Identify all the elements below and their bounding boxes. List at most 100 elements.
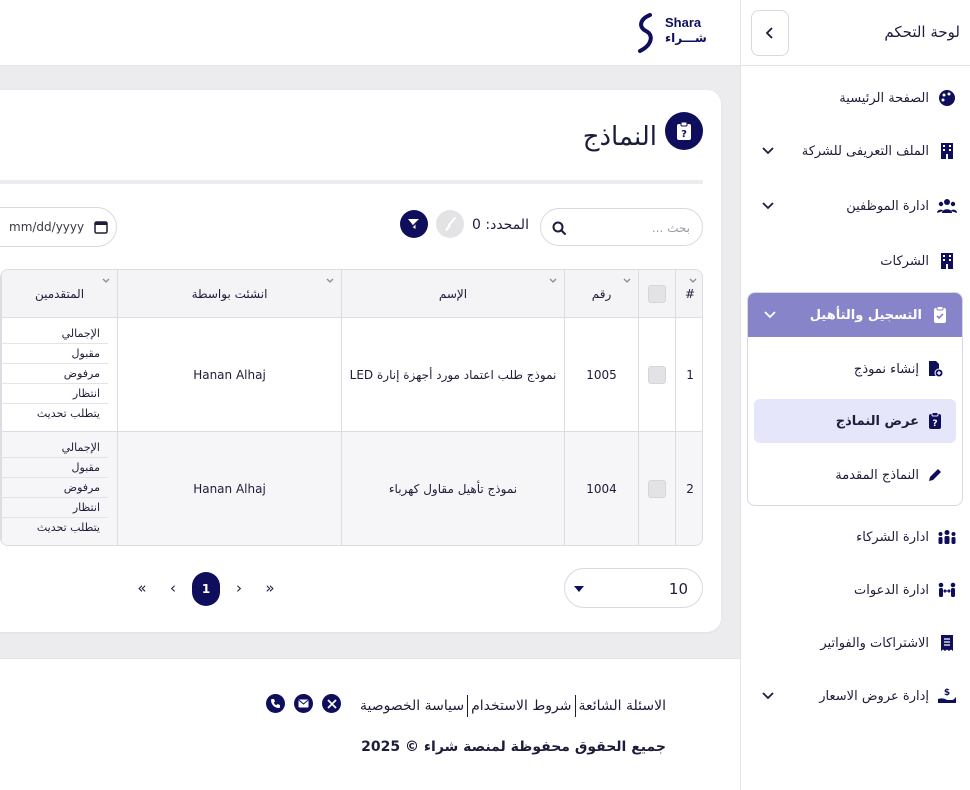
stat-row: الإجمالي1 xyxy=(1,438,108,458)
sidebar-item-label: ادارة الموظفين xyxy=(846,198,929,214)
sidebar-item-label: ادارة الشركاء xyxy=(856,529,929,545)
form-number-cell: 1004 xyxy=(564,432,638,545)
sidebar-subitem-submitted-forms[interactable]: النماذج المقدمة xyxy=(754,453,956,497)
sidebar-item-label: الملف التعريفى للشركة xyxy=(801,143,929,159)
footer-links: الاسئلة الشائعة شروط الاستخدام سياسة الخ… xyxy=(360,695,666,717)
sidebar-item-label: الاشتراكات والفواتير xyxy=(820,635,929,651)
phone-icon[interactable] xyxy=(266,694,285,713)
page-title: النماذج xyxy=(582,122,657,152)
search-icon[interactable] xyxy=(551,220,567,236)
clipboard-question-icon: ? xyxy=(926,412,944,430)
sidebar-item-label: التسجيل والتأهيل xyxy=(809,307,922,323)
chevron-down-icon xyxy=(689,278,697,283)
stat-row: مرفوض0 xyxy=(1,364,108,384)
column-header-label: # xyxy=(684,286,696,301)
svg-text:?: ? xyxy=(932,419,937,429)
applicants-stats: الإجمالي1 مقبول1 مرفوض0 انتظار0 يتطلب تح… xyxy=(1,324,108,424)
building-icon xyxy=(937,141,957,161)
created-by-cell: Hanan Alhaj xyxy=(117,432,341,545)
privacy-link[interactable]: سياسة الخصوصية xyxy=(360,698,464,714)
select-cell xyxy=(638,318,675,432)
next-page-button[interactable]: › xyxy=(232,575,246,601)
stat-row: مقبول1 xyxy=(1,344,108,364)
sidebar-item-invitations[interactable]: ادارة الدعوات xyxy=(742,570,970,610)
sidebar-item-label: ادارة الدعوات xyxy=(854,582,929,598)
index-cell: 2 xyxy=(675,432,702,545)
stat-row: يتطلب تحديث0 xyxy=(36,407,100,420)
sidebar-item-label: الصفحة الرئيسية xyxy=(839,90,929,106)
sidebar-item-companies[interactable]: الشركات xyxy=(742,241,970,281)
date-placeholder: mm/dd/yyyy xyxy=(9,220,85,234)
sidebar-item-partners[interactable]: ادارة الشركاء xyxy=(742,517,970,557)
chevron-down-icon xyxy=(762,147,774,155)
forms-table: المتقدمين انشئت بواسطة الإسم رقم # الإجم… xyxy=(0,269,703,546)
applicants-stats: الإجمالي1 مقبول1 مرفوض0 انتظار0 يتطلب تح… xyxy=(1,438,108,538)
column-header-number[interactable]: رقم xyxy=(564,270,638,318)
applicants-cell: الإجمالي1 مقبول1 مرفوض0 انتظار0 يتطلب تح… xyxy=(1,432,117,545)
people-group-icon xyxy=(937,527,957,547)
sidebar-item-employees[interactable]: ادارة الموظفين xyxy=(742,186,970,226)
caret-down-icon xyxy=(574,586,584,592)
form-name-cell[interactable]: نموذج تأهيل مقاول كهرباء xyxy=(341,432,564,545)
clipboard-check-icon xyxy=(930,305,950,325)
column-header-index[interactable]: # xyxy=(675,270,702,318)
forms-card: ? النماذج المحدد: 0 mm/dd/yyyy المتقدمين… xyxy=(0,90,721,632)
clear-selection-button[interactable] xyxy=(436,210,464,238)
sidebar-subitem-view-forms[interactable]: ? عرض النماذج xyxy=(754,399,956,443)
sidebar-item-home[interactable]: الصفحة الرئيسية xyxy=(742,78,970,118)
clear-filter-button[interactable] xyxy=(400,210,428,238)
mail-icon[interactable] xyxy=(294,694,313,713)
chevron-down-icon xyxy=(623,278,631,283)
sidebar-item-label: إدارة عروض الاسعار xyxy=(819,688,929,704)
sidebar-subitem-create-form[interactable]: إنشاء نموذج xyxy=(754,347,956,391)
search-input[interactable] xyxy=(580,217,690,239)
title-divider xyxy=(0,180,703,184)
x-icon[interactable] xyxy=(322,694,341,713)
sidebar-item-registration[interactable]: التسجيل والتأهيل xyxy=(748,293,962,337)
sidebar-subitem-label: عرض النماذج xyxy=(835,413,919,429)
applicants-cell: الإجمالي1 مقبول1 مرفوض0 انتظار0 يتطلب تح… xyxy=(1,318,117,432)
form-name-cell[interactable]: نموذج طلب اعتماد مورد أجهزة إنارة LED xyxy=(341,318,564,432)
stat-row: يتطلب تحديث0 xyxy=(36,521,100,534)
sidebar-item-company-profile[interactable]: الملف التعريفى للشركة xyxy=(742,131,970,171)
column-header-label: انشئت بواسطة xyxy=(191,286,268,301)
sidebar-subitem-label: النماذج المقدمة xyxy=(835,467,919,483)
created-by-cell: Hanan Alhaj xyxy=(117,318,341,432)
chevron-down-icon xyxy=(762,202,774,210)
logo[interactable]: Shara شـــراء xyxy=(632,9,707,57)
column-header-label: المتقدمين xyxy=(34,286,85,301)
date-filter-input[interactable]: mm/dd/yyyy xyxy=(0,207,117,247)
sidebar-header: لوحة التحكم xyxy=(741,0,970,66)
sidebar-subitem-label: إنشاء نموذج xyxy=(853,361,919,377)
column-header-created-by[interactable]: انشئت بواسطة xyxy=(117,270,341,318)
page-size-select[interactable]: 10 xyxy=(564,568,703,608)
select-all-checkbox[interactable] xyxy=(648,284,666,303)
first-page-button[interactable]: » xyxy=(262,575,278,601)
chevron-down-icon xyxy=(326,278,334,283)
column-header-name[interactable]: الإسم xyxy=(341,270,564,318)
stat-row: مقبول1 xyxy=(1,458,108,478)
sidebar-toggle-button[interactable] xyxy=(751,10,789,56)
palette-icon xyxy=(937,88,957,108)
link-divider xyxy=(467,695,469,717)
prev-page-button[interactable]: ‹ xyxy=(166,575,180,601)
last-page-button[interactable]: « xyxy=(134,575,150,601)
row-checkbox[interactable] xyxy=(648,366,666,384)
calendar-icon[interactable] xyxy=(94,220,108,234)
hand-holding-dollar-icon: $ xyxy=(937,686,957,706)
sidebar-item-quotations[interactable]: $ إدارة عروض الاسعار xyxy=(742,676,970,716)
stat-row: انتظار0 xyxy=(1,384,108,404)
table-row[interactable]: الإجمالي1 مقبول1 مرفوض0 انتظار0 يتطلب تح… xyxy=(1,432,702,545)
row-checkbox[interactable] xyxy=(648,480,666,498)
stat-row: الإجمالي1 xyxy=(1,324,108,344)
sidebar-title: لوحة التحكم xyxy=(884,23,960,41)
top-bar: Shara شـــراء xyxy=(0,0,740,66)
page-button-current[interactable]: 1 xyxy=(192,572,220,606)
sidebar-item-subscriptions[interactable]: الاشتراكات والفواتير xyxy=(742,623,970,663)
terms-link[interactable]: شروط الاستخدام xyxy=(471,698,571,714)
link-divider xyxy=(574,695,576,717)
table-row[interactable]: الإجمالي1 مقبول1 مرفوض0 انتظار0 يتطلب تح… xyxy=(1,318,702,432)
column-header-applicants[interactable]: المتقدمين xyxy=(1,270,117,318)
pen-icon xyxy=(926,466,944,484)
faq-link[interactable]: الاسئلة الشائعة xyxy=(579,698,667,714)
